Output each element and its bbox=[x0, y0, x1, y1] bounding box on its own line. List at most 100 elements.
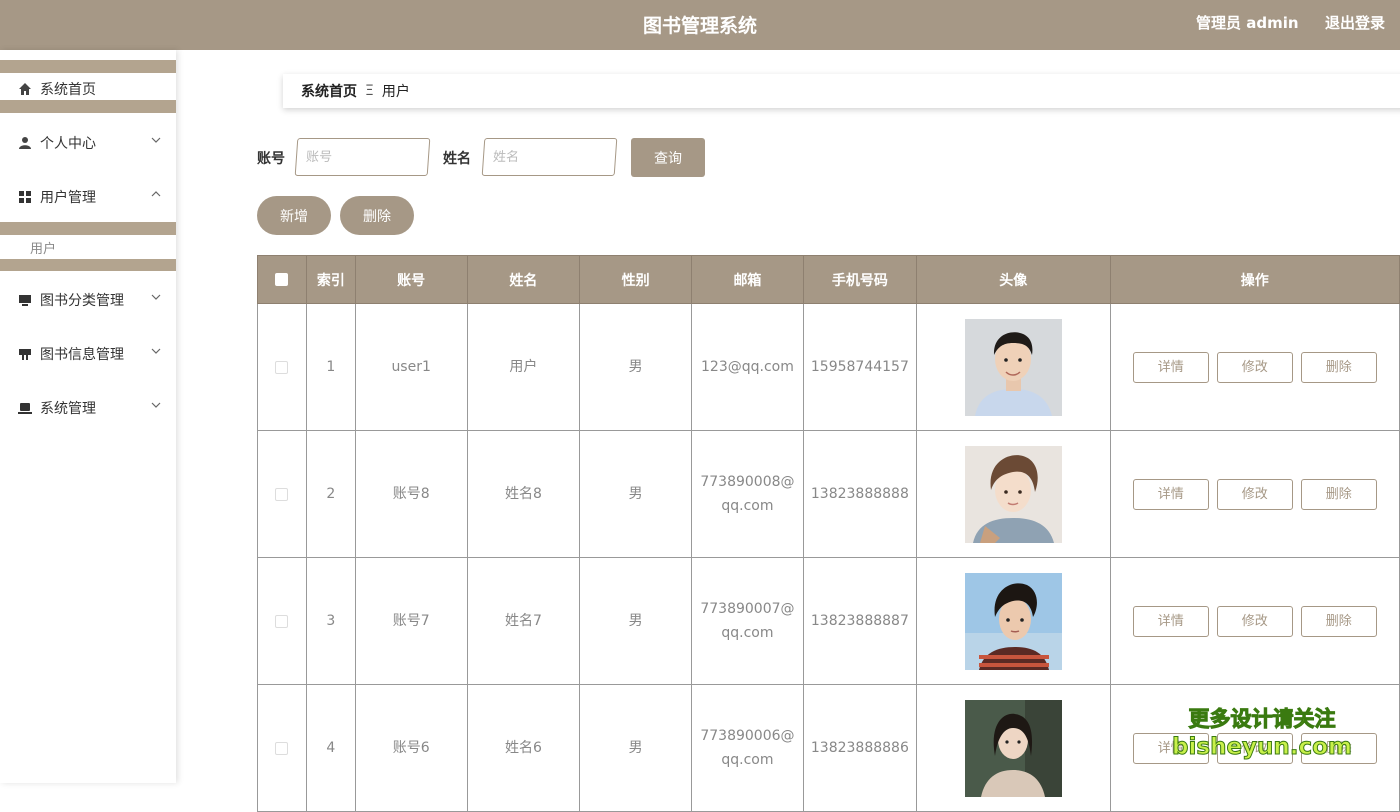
edit-button[interactable]: 修改 bbox=[1216, 732, 1293, 764]
edit-button[interactable]: 修改 bbox=[1216, 478, 1293, 510]
table-row: 2 账号8 姓名8 男 773890008@ qq.com 13823888888… bbox=[257, 430, 1400, 558]
cell-index: 3 bbox=[305, 557, 356, 685]
column-header: 姓名 bbox=[466, 255, 581, 304]
breadcrumb-separator: Ξ bbox=[365, 83, 374, 99]
name-input[interactable] bbox=[481, 138, 618, 176]
cell-phone: 13823888888 bbox=[802, 430, 917, 558]
account-input[interactable] bbox=[294, 138, 431, 176]
breadcrumb-home[interactable]: 系统首页 bbox=[301, 81, 357, 101]
sidebar-item-book-info[interactable]: 图书信息管理 bbox=[0, 334, 176, 374]
cell-email: 773890007@ qq.com bbox=[690, 557, 804, 685]
avatar bbox=[964, 318, 1062, 416]
batch-delete-button[interactable]: 删除 bbox=[340, 196, 414, 235]
sidebar-item-personal[interactable]: 个人中心 bbox=[0, 123, 176, 163]
breadcrumb: 系统首页 Ξ 用户 bbox=[283, 74, 1400, 108]
sidebar-item-book-category[interactable]: 图书分类管理 bbox=[0, 280, 176, 320]
sidebar-item-system[interactable]: 系统管理 bbox=[0, 388, 176, 428]
account-label: 账号 bbox=[257, 151, 285, 167]
table-header-row: 索引 账号 姓名 性别 邮箱 手机号码 头像 操作 bbox=[257, 255, 1400, 304]
cell-gender: 男 bbox=[579, 430, 692, 558]
table-row: 1 user1 用户 男 123@qq.com 15958744157 详情 修改… bbox=[257, 303, 1400, 431]
delete-button[interactable]: 删除 bbox=[1300, 478, 1377, 510]
cell-index: 2 bbox=[305, 430, 356, 558]
logout-link[interactable]: 退出登录 bbox=[1325, 12, 1385, 33]
sidebar-band bbox=[0, 259, 176, 271]
table-row: 4 账号6 姓名6 男 773890006@ qq.com 13823888886… bbox=[257, 684, 1400, 812]
chevron-down-icon bbox=[151, 348, 161, 354]
avatar bbox=[964, 572, 1062, 670]
email-part: qq.com bbox=[721, 498, 774, 514]
cell-phone: 13823888887 bbox=[802, 557, 917, 685]
cell-name: 用户 bbox=[466, 303, 581, 431]
avatar bbox=[964, 699, 1062, 797]
detail-button[interactable]: 详情 bbox=[1132, 351, 1209, 383]
row-checkbox[interactable] bbox=[275, 360, 289, 374]
sidebar-item-label: 图书信息管理 bbox=[40, 347, 124, 363]
email-part: qq.com bbox=[721, 752, 774, 768]
laptop-icon bbox=[18, 401, 32, 415]
avatar bbox=[964, 445, 1062, 543]
cell-account: 账号7 bbox=[354, 557, 468, 685]
signboard-icon bbox=[18, 347, 32, 361]
cell-name: 姓名7 bbox=[466, 557, 581, 685]
sidebar-item-label: 系统管理 bbox=[40, 401, 96, 417]
detail-button[interactable]: 详情 bbox=[1132, 732, 1209, 764]
sidebar-band bbox=[0, 222, 176, 235]
row-checkbox[interactable] bbox=[275, 487, 289, 501]
cell-name: 姓名6 bbox=[466, 684, 581, 812]
cell-gender: 男 bbox=[579, 557, 692, 685]
email-part: 773890008@ bbox=[700, 474, 795, 490]
query-button[interactable]: 查询 bbox=[631, 138, 705, 177]
chevron-up-icon bbox=[151, 191, 161, 197]
cell-index: 1 bbox=[305, 303, 356, 431]
select-all-cell[interactable] bbox=[257, 255, 307, 304]
column-header: 手机号码 bbox=[802, 255, 917, 304]
column-header: 邮箱 bbox=[690, 255, 804, 304]
app-title: 图书管理系统 bbox=[642, 15, 757, 37]
chevron-down-icon bbox=[151, 402, 161, 408]
cell-email: 773890008@ qq.com bbox=[690, 430, 804, 558]
column-header: 账号 bbox=[354, 255, 468, 304]
column-header: 操作 bbox=[1109, 255, 1400, 304]
sidebar-item-label: 系统首页 bbox=[40, 82, 96, 98]
detail-button[interactable]: 详情 bbox=[1132, 605, 1209, 637]
cell-account: 账号6 bbox=[354, 684, 468, 812]
cell-gender: 男 bbox=[579, 684, 692, 812]
cell-account: user1 bbox=[354, 303, 468, 431]
user-icon bbox=[18, 136, 32, 150]
home-icon bbox=[18, 82, 32, 96]
chevron-down-icon bbox=[151, 137, 161, 143]
sidebar-item-label: 图书分类管理 bbox=[40, 293, 124, 309]
sidebar-subitem-user[interactable]: 用户 bbox=[0, 235, 176, 259]
cell-email: 123@qq.com bbox=[690, 303, 804, 431]
user-table: 索引 账号 姓名 性别 邮箱 手机号码 头像 操作 1 user1 用户 男 1… bbox=[257, 255, 1400, 812]
email-part: qq.com bbox=[721, 625, 774, 641]
name-label: 姓名 bbox=[443, 151, 471, 167]
delete-button[interactable]: 删除 bbox=[1300, 732, 1377, 764]
cell-phone: 13823888886 bbox=[802, 684, 917, 812]
cell-name: 姓名8 bbox=[466, 430, 581, 558]
edit-button[interactable]: 修改 bbox=[1216, 351, 1293, 383]
edit-button[interactable]: 修改 bbox=[1216, 605, 1293, 637]
sidebar-item-user-mgmt[interactable]: 用户管理 bbox=[0, 177, 176, 217]
select-all-checkbox[interactable] bbox=[275, 273, 289, 286]
delete-button[interactable]: 删除 bbox=[1300, 351, 1377, 383]
cell-index: 4 bbox=[305, 684, 356, 812]
email-part: 773890006@ bbox=[700, 728, 795, 744]
sidebar-subitem-label: 用户 bbox=[30, 241, 57, 257]
email-part: 123@qq.com bbox=[701, 359, 794, 375]
add-button[interactable]: 新增 bbox=[257, 196, 331, 235]
column-header: 索引 bbox=[305, 255, 356, 304]
admin-label: 管理员 admin bbox=[1196, 14, 1299, 32]
column-header: 头像 bbox=[915, 255, 1111, 304]
cell-account: 账号8 bbox=[354, 430, 468, 558]
row-checkbox[interactable] bbox=[275, 614, 289, 628]
grid-icon bbox=[18, 190, 32, 204]
monitor-icon bbox=[18, 293, 32, 307]
row-checkbox[interactable] bbox=[275, 741, 289, 755]
sidebar-band bbox=[0, 100, 176, 113]
delete-button[interactable]: 删除 bbox=[1300, 605, 1377, 637]
email-part: 773890007@ bbox=[700, 601, 795, 617]
detail-button[interactable]: 详情 bbox=[1132, 478, 1209, 510]
sidebar-item-label: 个人中心 bbox=[40, 136, 96, 152]
